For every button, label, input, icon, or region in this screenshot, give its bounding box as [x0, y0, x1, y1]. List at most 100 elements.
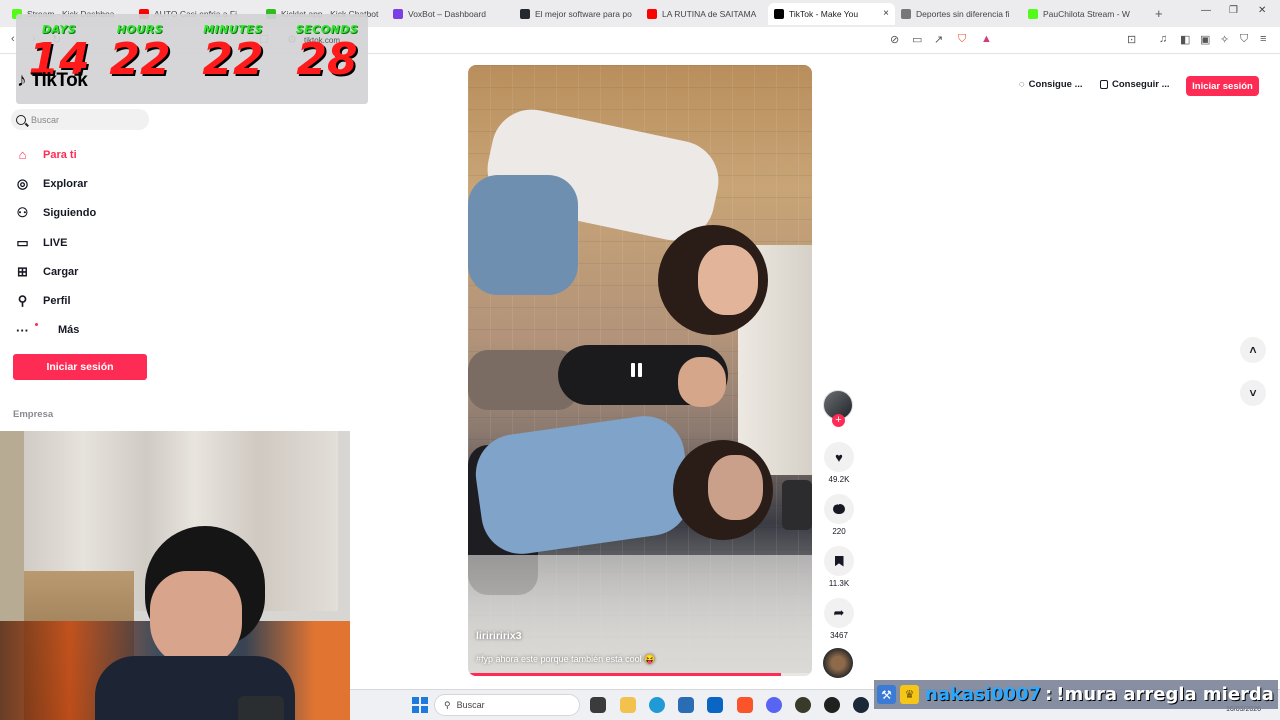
close-tab-icon[interactable]: × — [883, 8, 889, 19]
more-icon: ··· — [16, 322, 29, 338]
close-window-icon[interactable]: ✕ — [1258, 5, 1266, 16]
browser-tab[interactable]: TikTok - Make You × — [768, 2, 895, 25]
bookmark-icon[interactable] — [824, 546, 854, 576]
sidebar-item-following[interactable]: ⚇ Siguiendo — [14, 199, 97, 228]
phone-icon — [1100, 80, 1108, 89]
browser-tab[interactable]: VoxBot – Dashboard — [387, 3, 514, 25]
video-person-1-face — [698, 245, 758, 315]
sidebar-item-label: Siguiendo — [43, 207, 97, 220]
discord-icon[interactable] — [766, 697, 782, 713]
get-app-chip[interactable]: Conseguir ... — [1100, 79, 1170, 90]
back-icon[interactable]: ‹ — [11, 33, 15, 45]
video-author[interactable]: lirirіririx3 — [476, 630, 522, 642]
share-count: 3467 — [830, 631, 848, 640]
vip-crown-icon: ♛ — [900, 685, 919, 704]
video-progress-bar[interactable] — [468, 673, 812, 676]
browser-tab[interactable]: Deportes sin diferencia fi — [895, 3, 1022, 25]
music-disc-icon[interactable] — [823, 648, 853, 678]
taskbar-search-placeholder: Buscar — [456, 700, 485, 710]
app-icon-1[interactable] — [795, 697, 811, 713]
store-icon[interactable] — [678, 697, 694, 713]
header-login-button[interactable]: Iniciar sesión — [1186, 76, 1259, 96]
brave-shield-icon[interactable]: ⛉ — [958, 33, 966, 46]
sidebar-item-live[interactable]: ▭ LIVE — [14, 228, 96, 257]
vpn-icon[interactable]: ⛉ — [1240, 33, 1248, 46]
browser-tab-title: TikTok - Make You — [789, 8, 859, 19]
outlook-icon[interactable] — [707, 697, 723, 713]
search-input[interactable]: Buscar — [11, 109, 149, 130]
tiktok-logo-icon: ♪ — [17, 70, 27, 91]
browser-tab[interactable]: El mejor software para po — [514, 3, 641, 25]
brave-icon[interactable] — [737, 697, 753, 713]
leo-ai-icon[interactable]: ✧ — [1220, 33, 1229, 46]
comment-action[interactable]: 220 — [822, 494, 856, 536]
sidebar-login-button[interactable]: Iniciar sesión — [13, 354, 147, 380]
tiktok-icon — [774, 8, 784, 19]
next-video-chevron-down-icon[interactable]: ˅ — [1240, 380, 1266, 406]
edge-icon[interactable] — [649, 697, 665, 713]
screen: Stream - Kick DashboaAUTO Casi enfria a … — [0, 0, 1280, 720]
task-view-icon[interactable] — [590, 697, 606, 713]
translate-icon[interactable]: ⊘ — [890, 33, 899, 46]
browser-tab[interactable]: PauChilota Stream - W — [1022, 3, 1149, 25]
share-icon[interactable]: ↗ — [934, 33, 943, 46]
sidebar-item-upload[interactable]: ⊞ Cargar — [14, 257, 96, 286]
sidebar-toggle-icon[interactable]: ⊡ — [1127, 33, 1136, 46]
countdown-value: 22 — [109, 34, 171, 85]
search-icon — [16, 114, 26, 125]
steam-icon[interactable] — [853, 697, 869, 713]
video-player[interactable]: lirirіririx3 #fyp ahora este porque tamb… — [468, 65, 812, 676]
sidebar-item-compass[interactable]: ◎ Explorar — [14, 169, 96, 198]
youtube-icon — [647, 8, 657, 19]
sidebar-item-profile[interactable]: ⚲ Perfil — [14, 286, 96, 315]
comment-count: 220 — [832, 527, 846, 536]
pause-icon[interactable] — [631, 363, 642, 377]
taskbar-search[interactable]: ⚲ Buscar — [434, 694, 580, 716]
chat-username: nakasi0007 — [925, 684, 1042, 705]
streamer-face — [150, 571, 242, 666]
sidebar-item-label: Cargar — [43, 265, 79, 278]
countdown-hours: HOURS 22 — [101, 14, 179, 82]
save-count: 11.3K — [828, 579, 850, 588]
like-action[interactable]: ♥ 49.2K — [822, 442, 856, 484]
obs-icon[interactable] — [824, 697, 840, 713]
minimize-window-icon[interactable]: — — [1201, 5, 1211, 16]
file-explorer-icon[interactable] — [620, 697, 636, 713]
comment-icon[interactable] — [824, 494, 854, 524]
countdown-minutes: MINUTES 22 — [194, 14, 272, 82]
sidebar-item-label: Más — [58, 324, 80, 337]
get-coins-chip[interactable]: ◌ Consigue ... — [1019, 79, 1083, 90]
brave-rewards-icon[interactable]: ▲ — [981, 33, 992, 45]
wallet-icon[interactable]: ▣ — [1200, 33, 1210, 46]
get-coins-label: Consigue ... — [1028, 79, 1083, 90]
share-action[interactable]: ➦ 3467 — [822, 598, 856, 640]
previous-video-chevron-up-icon[interactable]: ˄ — [1240, 337, 1266, 363]
sidebar-item-label: LIVE — [43, 236, 68, 249]
sidebar-item-more[interactable]: ··· Más — [14, 316, 96, 345]
share-arrow-icon[interactable]: ➦ — [824, 598, 854, 628]
tiktok-logo[interactable]: ♪ TikTok — [17, 70, 88, 92]
browser-tab[interactable]: LA RUTINA de SAITAMA — [641, 3, 768, 25]
menu-icon[interactable]: ≡ — [1260, 33, 1266, 45]
reader-icon[interactable]: ◧ — [1180, 33, 1190, 46]
heart-icon[interactable]: ♥ — [824, 442, 854, 472]
webcam-overlay — [0, 431, 350, 720]
upload-icon: ⊞ — [17, 263, 28, 279]
following-icon: ⚇ — [16, 205, 29, 221]
coin-icon: ◌ — [1019, 79, 1025, 90]
github-icon — [520, 8, 530, 19]
cast-icon[interactable]: ▭ — [912, 33, 922, 46]
microphone — [238, 696, 284, 720]
follow-plus-icon[interactable]: + — [832, 414, 845, 427]
media-icon[interactable]: ♫ — [1159, 33, 1167, 45]
browser-tab-title: VoxBot – Dashboard — [408, 8, 486, 19]
windows-start-icon[interactable] — [412, 697, 428, 713]
new-tab-button[interactable]: + — [1155, 6, 1163, 21]
tiktok-wordmark: TikTok — [30, 70, 88, 91]
video-person-2-face — [678, 357, 726, 407]
get-app-label: Conseguir ... — [1112, 79, 1170, 90]
maximize-window-icon[interactable]: ❐ — [1229, 5, 1238, 16]
save-action[interactable]: 11.3K — [822, 546, 856, 588]
sidebar-item-home[interactable]: ⌂ Para ti — [14, 140, 96, 169]
voxbot-icon — [393, 8, 403, 19]
